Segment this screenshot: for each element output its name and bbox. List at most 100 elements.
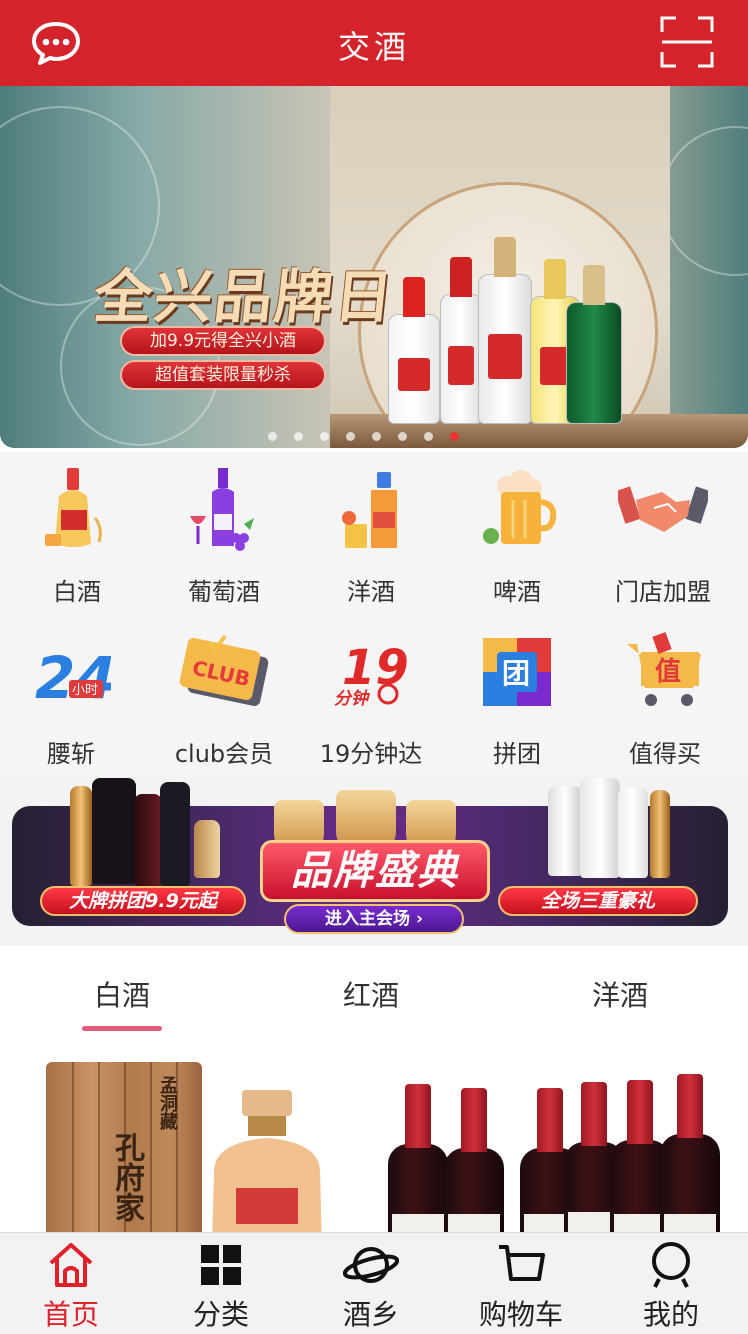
promo-bottle: [650, 790, 670, 878]
product-tabs: 白酒 红酒 洋酒: [0, 946, 748, 1036]
banner-bottle: [478, 237, 532, 424]
hours-small-text: 小时: [72, 683, 98, 698]
scan-icon[interactable]: [660, 16, 714, 68]
promo-bottle: [70, 786, 92, 886]
category-label: 值得买: [629, 740, 701, 768]
promo-bottle: [194, 820, 220, 878]
category-label: club会员: [174, 740, 274, 768]
nav-label: 分类: [192, 1298, 249, 1331]
tab-label: 红酒: [342, 979, 399, 1012]
24-hours-icon: 24 小时: [31, 628, 116, 714]
promo-bottle: [618, 788, 648, 878]
category-worth[interactable]: 值 值得买: [590, 628, 740, 769]
user-icon: [647, 1241, 695, 1289]
19-minutes-icon: 19 分钟: [331, 628, 411, 714]
carousel-dots[interactable]: [268, 432, 459, 441]
handshake-icon: [614, 466, 712, 552]
product-list: 孔府家 孟洞藏: [0, 1036, 748, 1232]
carousel-dot[interactable]: [346, 432, 355, 441]
category-liquor[interactable]: 洋酒: [296, 466, 446, 607]
cart-icon: [497, 1241, 545, 1289]
nav-wine-town[interactable]: 酒乡: [296, 1241, 446, 1333]
tab-active-underline: [82, 1026, 162, 1031]
category-label: 19分钟达: [319, 740, 423, 768]
promo-bottle: [580, 778, 620, 878]
group-buy-text: 团: [502, 657, 530, 690]
carousel-dot[interactable]: [424, 432, 433, 441]
tab-liquor[interactable]: 洋酒: [560, 974, 680, 1031]
wine-grape-icon: [184, 466, 264, 552]
promo-bottle: [548, 786, 582, 876]
banner-headline: 全兴品牌日: [90, 263, 399, 331]
category-wine[interactable]: 葡萄酒: [149, 466, 299, 607]
promo-right-pill[interactable]: 全场三重豪礼: [498, 886, 698, 916]
worth-text: 值: [655, 657, 681, 687]
page-title: 交酒: [337, 28, 410, 66]
carousel-dot[interactable]: [398, 432, 407, 441]
product-box-text: 孔府家: [109, 1132, 144, 1222]
group-buy-icon: 团: [477, 628, 557, 714]
product-image-wooden-box: 孔府家 孟洞藏: [46, 1062, 202, 1232]
product-image-wine-bottle: [388, 1084, 448, 1232]
baijiu-bottle-icon: [37, 466, 117, 552]
category-label: 拼团: [493, 740, 541, 768]
hero-banner[interactable]: 全兴品牌日 加9.9元得全兴小酒 超值套装限量秒杀: [0, 86, 748, 448]
promo-center[interactable]: 品牌盛典 进入主会场 ›: [244, 780, 504, 942]
tab-baijiu[interactable]: 白酒: [62, 974, 182, 1031]
bottom-navigation: 首页 分类 酒乡 购物车 我的: [0, 1232, 748, 1334]
nav-label: 购物车: [478, 1298, 563, 1331]
category-halfprice[interactable]: 24 小时 腰斩: [0, 628, 146, 769]
nav-label: 酒乡: [342, 1298, 399, 1331]
carousel-dot[interactable]: [372, 432, 381, 441]
category-groupbuy[interactable]: 团 拼团: [442, 628, 592, 769]
nav-cart[interactable]: 购物车: [446, 1241, 596, 1333]
club-card-icon: CLUB: [179, 628, 269, 714]
category-club[interactable]: CLUB club会员: [149, 628, 299, 769]
enter-main-venue-button[interactable]: 进入主会场 ›: [284, 904, 464, 934]
whisky-bottle-icon: [331, 466, 411, 552]
product-image-baijiu-bottle: [204, 1090, 330, 1232]
category-label: 白酒: [53, 578, 101, 606]
promo-left-pill[interactable]: 大牌拼团9.9元起: [40, 886, 246, 916]
banner-bottle: [388, 277, 440, 424]
nav-home[interactable]: 首页: [0, 1241, 146, 1333]
category-label: 门店加盟: [615, 578, 711, 606]
tab-label: 白酒: [93, 979, 150, 1012]
minutes-small-text: 分钟: [334, 689, 371, 709]
hours-big-text: 24: [35, 644, 111, 712]
carousel-dot[interactable]: [268, 432, 277, 441]
planet-icon: [342, 1241, 400, 1289]
category-grid: 白酒 葡萄酒 洋酒 啤酒 门店加盟 24 小时 腰斩 CLUB club会员 1…: [0, 452, 748, 772]
promo-bottle: [92, 778, 136, 884]
banner-bottle: [440, 257, 482, 424]
grid-icon: [197, 1241, 245, 1289]
product-box-text: 孟洞藏: [157, 1076, 178, 1130]
category-label: 葡萄酒: [188, 578, 260, 606]
promo-banner[interactable]: 品牌盛典 进入主会场 › 大牌拼团9.9元起 全场三重豪礼: [0, 772, 748, 946]
home-icon: [47, 1241, 95, 1289]
tab-red-wine[interactable]: 红酒: [311, 974, 431, 1031]
category-label: 洋酒: [347, 578, 395, 606]
nav-profile[interactable]: 我的: [596, 1241, 746, 1333]
beer-mug-icon: [477, 466, 557, 552]
category-19min[interactable]: 19 分钟 19分钟达: [296, 628, 446, 769]
category-franchise[interactable]: 门店加盟: [588, 466, 738, 607]
carousel-dot-active[interactable]: [450, 432, 459, 441]
nav-label: 我的: [642, 1298, 699, 1331]
promo-bottle: [134, 794, 162, 886]
promo-title: 品牌盛典: [260, 840, 490, 902]
product-image-wine-bottle: [444, 1088, 504, 1232]
banner-bottle: [566, 265, 622, 424]
nav-category[interactable]: 分类: [146, 1241, 296, 1333]
category-label: 啤酒: [493, 578, 541, 606]
product-image-wine-bottle: [660, 1074, 720, 1232]
carousel-dot[interactable]: [320, 432, 329, 441]
category-baijiu[interactable]: 白酒: [2, 466, 152, 607]
minutes-big-text: 19: [342, 640, 409, 696]
carousel-dot[interactable]: [294, 432, 303, 441]
nav-label: 首页: [42, 1298, 99, 1331]
cart-worth-icon: 值: [625, 628, 705, 714]
promo-bottle: [160, 782, 190, 886]
category-beer[interactable]: 啤酒: [442, 466, 592, 607]
banner-tag: 超值套装限量秒杀: [120, 360, 326, 390]
